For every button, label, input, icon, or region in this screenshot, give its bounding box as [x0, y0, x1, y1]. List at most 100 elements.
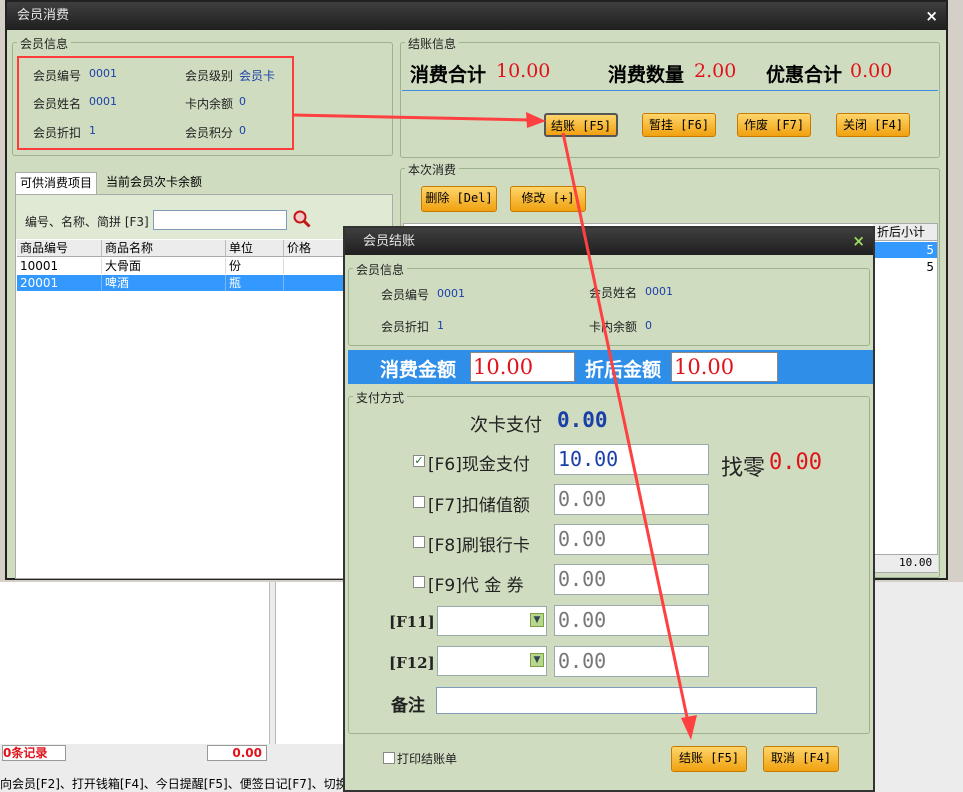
records-amount: 0.00 — [207, 745, 267, 761]
discount-total-label: 优惠合计 — [766, 64, 843, 86]
dialog-checkout-button[interactable]: 结账 [F5] — [671, 746, 747, 772]
dialog-cancel-button[interactable]: 取消 [F4] — [763, 746, 839, 772]
subtotal-cell: 5 — [926, 243, 934, 257]
f12-select[interactable]: ▼ — [437, 646, 547, 676]
voucher-label: [F9]代 金 券 — [428, 576, 524, 596]
delete-button[interactable]: 删除 [Del] — [421, 186, 497, 212]
col-item-name: 商品名称 — [102, 240, 226, 256]
card-balance-label: 卡内余额 — [185, 97, 234, 111]
chevron-down-icon[interactable]: ▼ — [530, 653, 544, 667]
member-name-value: 0001 — [89, 95, 117, 108]
cash-input[interactable]: 10.00 — [554, 444, 709, 475]
member-checkout-dialog: 会员结账 × 会员信息 会员编号 0001 会员姓名 0001 会员折扣 1 卡… — [343, 226, 875, 792]
background-mid-panel — [275, 582, 345, 744]
consumption-grid-header: 折后小计 — [873, 224, 937, 241]
close-icon[interactable]: × — [852, 228, 865, 255]
stored-value-input[interactable]: 0.00 — [554, 484, 709, 515]
unit-cell: 份 — [226, 258, 284, 274]
search-icon[interactable] — [293, 210, 311, 228]
card-balance-value: 0 — [239, 95, 246, 108]
tab-available-items[interactable]: 可供消费项目 — [15, 172, 98, 194]
dialog-balance-value: 0 — [645, 319, 652, 332]
member-points-label: 会员积分 — [185, 126, 234, 140]
dialog-discount-label: 会员折扣 — [381, 320, 430, 334]
member-discount-label: 会员折扣 — [33, 126, 82, 140]
dialog-titlebar: 会员结账 × — [345, 228, 873, 255]
times-card-value: 0.00 — [557, 408, 608, 432]
modify-button[interactable]: 修改 [+] — [510, 186, 586, 212]
discount-total-value: 0.00 — [850, 60, 893, 82]
dialog-member-no-value: 0001 — [437, 287, 465, 300]
change-value: 0.00 — [769, 450, 822, 475]
background-left-panel — [0, 582, 270, 744]
member-level-value: 会员卡 — [239, 69, 276, 83]
dialog-balance-label: 卡内余额 — [589, 320, 638, 334]
dialog-title: 会员结账 — [363, 234, 416, 249]
window-titlebar: 会员消费 × — [7, 2, 946, 30]
search-label: 编号、名称、简拼 [F3] — [25, 215, 149, 229]
cash-checkbox[interactable]: ✓ — [413, 455, 425, 467]
col-subtotal-after-discount: 折后小计 — [877, 225, 926, 239]
member-no-value: 0001 — [89, 67, 117, 80]
f11-label: [F11] — [389, 613, 435, 631]
search-input[interactable] — [153, 210, 287, 230]
suspend-button[interactable]: 暂挂 [F6] — [642, 113, 716, 137]
checkout-info-label: 结账信息 — [405, 35, 460, 52]
f11-input[interactable]: 0.00 — [554, 605, 709, 636]
bank-card-checkbox[interactable] — [413, 536, 425, 548]
table-row[interactable]: 10001 大骨面 份 — [17, 258, 393, 274]
col-item-no: 商品编号 — [17, 240, 102, 256]
f11-select[interactable]: ▼ — [437, 606, 547, 636]
checkout-summary-divider — [402, 90, 938, 91]
void-button[interactable]: 作废 [F7] — [737, 113, 811, 137]
table-row[interactable]: 20001 啤酒 瓶 — [17, 275, 393, 291]
table-row[interactable]: 5 — [873, 259, 937, 275]
member-discount-value: 1 — [89, 124, 96, 137]
close-icon[interactable]: × — [925, 2, 938, 30]
dialog-member-name-value: 0001 — [645, 285, 673, 298]
payment-method-label: 支付方式 — [353, 389, 408, 406]
total-label: 消费合计 — [410, 64, 487, 86]
dialog-member-name-label: 会员姓名 — [589, 286, 638, 300]
item-no-cell: 10001 — [17, 258, 102, 274]
print-receipt-checkbox[interactable] — [383, 752, 395, 764]
print-receipt-label: 打印结账单 — [397, 752, 458, 766]
voucher-checkbox[interactable] — [413, 576, 425, 588]
unit-cell: 瓶 — [226, 275, 284, 291]
dialog-member-no-label: 会员编号 — [381, 288, 430, 302]
stored-value-checkbox[interactable] — [413, 496, 425, 508]
stored-value-label: [F7]扣储值额 — [428, 496, 530, 516]
col-unit: 单位 — [226, 240, 284, 256]
records-count: 0条记录 — [2, 745, 66, 761]
bank-card-input[interactable]: 0.00 — [554, 524, 709, 555]
close-button[interactable]: 关闭 [F4] — [836, 113, 910, 137]
after-discount-value: 10.00 — [671, 352, 778, 382]
tab-times-card-balance[interactable]: 当前会员次卡余额 — [102, 172, 206, 194]
times-card-label: 次卡支付 — [470, 415, 542, 436]
cash-label: [F6]现金支付 — [428, 455, 530, 475]
chevron-down-icon[interactable]: ▼ — [530, 613, 544, 627]
window-title: 会员消费 — [17, 8, 70, 23]
status-bar: 向会员[F2]、打开钱箱[F4]、今日提醒[F5]、便签日记[F7]、切换 — [0, 777, 348, 791]
item-no-cell: 20001 — [17, 275, 102, 291]
note-input[interactable] — [436, 687, 817, 714]
table-row[interactable]: 5 — [873, 242, 937, 258]
member-points-value: 0 — [239, 124, 246, 137]
total-value: 10.00 — [496, 60, 551, 82]
voucher-input[interactable]: 0.00 — [554, 564, 709, 595]
note-label: 备注 — [391, 696, 425, 716]
item-name-cell: 大骨面 — [102, 258, 226, 274]
dialog-member-info-label: 会员信息 — [353, 261, 408, 278]
amount-value: 10.00 — [470, 352, 575, 382]
after-discount-label: 折后金额 — [585, 359, 662, 381]
member-level-label: 会员级别 — [185, 69, 234, 83]
dialog-discount-value: 1 — [437, 319, 444, 332]
bank-card-label: [F8]刷银行卡 — [428, 536, 530, 556]
checkout-button[interactable]: 结账 [F5] — [544, 113, 618, 137]
f12-input[interactable]: 0.00 — [554, 646, 709, 677]
change-label: 找零 — [721, 456, 766, 481]
qty-value: 2.00 — [694, 60, 737, 82]
member-no-label: 会员编号 — [33, 69, 82, 83]
member-name-label: 会员姓名 — [33, 97, 82, 111]
current-consumption-label: 本次消费 — [405, 161, 460, 178]
